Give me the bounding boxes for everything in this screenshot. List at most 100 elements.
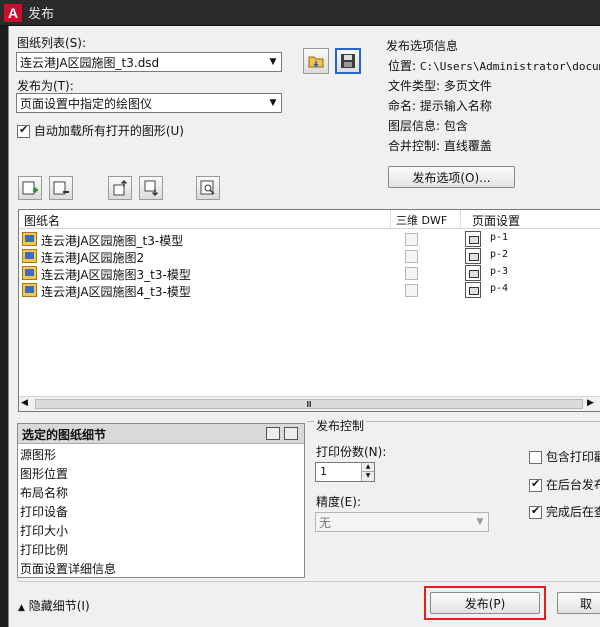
- detail-item: 页面设置详细信息: [20, 562, 117, 576]
- cancel-button[interactable]: 取: [557, 592, 600, 614]
- sheet-name: 连云港JA区园施图2: [41, 251, 145, 265]
- precision-label: 精度(E):: [316, 495, 361, 509]
- chevron-down-icon: ▼: [269, 98, 277, 108]
- detail-item: 布局名称: [20, 486, 69, 500]
- hide-details-label: 隐藏细节(I): [28, 599, 90, 613]
- auto-load-label: 自动加载所有打开的图形(U): [33, 124, 184, 138]
- sheet-list-table: 图纸名 三维 DWF 页面设置 连云港JA区园施图_t3-模型 p-1 连云港J…: [18, 209, 600, 412]
- load-sheet-list-button[interactable]: [303, 48, 329, 74]
- sheet-name: 连云港JA区园施图4_t3-模型: [41, 285, 191, 299]
- horizontal-scrollbar[interactable]: ◀ Ⅲ ▶: [19, 396, 600, 411]
- layout-sheet-icon: [22, 283, 37, 297]
- add-sheet-icon: [22, 181, 38, 195]
- footer-divider: [17, 581, 600, 582]
- copies-label: 打印份数(N):: [316, 445, 387, 459]
- column-sheet-name[interactable]: 图纸名: [24, 212, 60, 229]
- table-row[interactable]: 连云港JA区园施图_t3-模型 p-1: [19, 231, 600, 248]
- include-stamp-label: 包含打印戳: [545, 450, 600, 464]
- layer-label: 图层信息:: [388, 119, 441, 133]
- folder-open-icon: [308, 56, 324, 68]
- sheet-name: 连云港JA区园施图_t3-模型: [41, 234, 184, 248]
- open-after-label: 完成后在查: [545, 505, 600, 519]
- background-publish-label: 在后台发布: [545, 478, 600, 492]
- save-sheet-list-button[interactable]: [335, 48, 361, 74]
- collapse-up-icon: ▲: [18, 603, 25, 613]
- publish-options-button[interactable]: 发布选项(O)...: [388, 166, 515, 188]
- sheet-list-label: 图纸列表(S):: [17, 36, 87, 50]
- layout-sheet-icon: [22, 266, 37, 280]
- page-setup-icon: [465, 282, 481, 298]
- move-sheet-down-button[interactable]: [139, 176, 163, 200]
- 3d-dwf-checkbox[interactable]: [405, 284, 418, 297]
- sheet-list-value: 连云港JA区园施图_t3.dsd: [20, 55, 160, 70]
- page-setup-icon: [465, 265, 481, 281]
- location-row: 位置: C:\Users\Administrator\documen: [388, 57, 600, 74]
- publish-dialog: 图纸列表(S): 连云港JA区园施图_t3.dsd ▼ 发布为(T): 页面设置…: [8, 26, 600, 627]
- scroll-right-icon[interactable]: ▶: [587, 398, 594, 408]
- column-divider: [390, 210, 391, 228]
- filetype-row: 文件类型: 多页文件: [388, 77, 492, 94]
- column-3d-dwf[interactable]: 三维 DWF: [396, 212, 447, 228]
- detail-item: 打印大小: [20, 524, 69, 538]
- scroll-grip: Ⅲ: [306, 399, 312, 409]
- include-stamp-checkbox[interactable]: [529, 451, 542, 464]
- naming-value: 提示输入名称: [419, 99, 492, 113]
- publish-button[interactable]: 发布(P): [430, 592, 540, 614]
- table-row[interactable]: 连云港JA区园施图3_t3-模型 p-3: [19, 265, 600, 282]
- table-header: 图纸名 三维 DWF 页面设置: [19, 210, 600, 229]
- remove-sheets-button[interactable]: [49, 176, 73, 200]
- preview-button[interactable]: [196, 176, 220, 200]
- naming-row: 命名: 提示输入名称: [388, 97, 492, 114]
- 3d-dwf-checkbox[interactable]: [405, 267, 418, 280]
- page-setup-name[interactable]: p-1: [490, 232, 508, 243]
- page-setup-icon: [465, 231, 481, 247]
- auto-load-row: 自动加载所有打开的图形(U): [17, 122, 184, 139]
- add-sheets-button[interactable]: [18, 176, 42, 200]
- naming-label: 命名:: [388, 99, 417, 113]
- hide-details-toggle[interactable]: ▲ 隐藏细节(I): [18, 597, 90, 614]
- sheet-details-title: 选定的图纸细节: [22, 428, 107, 442]
- layout-sheet-icon: [22, 232, 37, 246]
- detail-item: 打印比例: [20, 543, 69, 557]
- save-floppy-icon: [341, 54, 355, 68]
- merge-value: 直线覆盖: [443, 139, 492, 153]
- page-setup-name[interactable]: p-3: [490, 266, 508, 277]
- scroll-left-icon[interactable]: ◀: [21, 398, 28, 408]
- details-preview-icon[interactable]: [284, 427, 298, 440]
- include-stamp-row: 包含打印戳: [529, 448, 600, 465]
- table-row[interactable]: 连云港JA区园施图2 p-2: [19, 248, 600, 265]
- app-logo-icon: A: [4, 3, 22, 22]
- detail-item: 源图形: [20, 448, 57, 462]
- spin-down-icon[interactable]: ▼: [361, 472, 374, 481]
- open-after-row: 完成后在查: [529, 503, 600, 520]
- chevron-down-icon: ▼: [476, 517, 484, 527]
- page-setup-name[interactable]: p-2: [490, 249, 508, 260]
- column-divider: [460, 210, 461, 228]
- auto-load-checkbox[interactable]: [17, 123, 30, 138]
- scroll-thumb[interactable]: Ⅲ: [35, 399, 583, 409]
- publish-control-title: 发布控制: [314, 417, 367, 434]
- precision-value: 无: [319, 515, 332, 530]
- sheet-details-panel: 选定的图纸细节 源图形 图形位置 布局名称 打印设备 打印大小 打印比例 页面设…: [17, 423, 305, 578]
- precision-select[interactable]: 无 ▼: [315, 512, 489, 532]
- column-page-setup[interactable]: 页面设置: [472, 212, 520, 229]
- page-setup-name[interactable]: p-4: [490, 283, 508, 294]
- background-publish-checkbox[interactable]: [529, 477, 542, 492]
- move-up-icon: [113, 180, 127, 196]
- move-down-icon: [144, 180, 158, 196]
- filetype-value: 多页文件: [443, 79, 492, 93]
- copies-input[interactable]: 1 ▲ ▼: [315, 462, 375, 482]
- publish-to-value: 页面设置中指定的绘图仪: [20, 96, 153, 111]
- background-row: 在后台发布: [529, 476, 600, 493]
- 3d-dwf-checkbox[interactable]: [405, 233, 418, 246]
- move-sheet-up-button[interactable]: [108, 176, 132, 200]
- location-value: C:\Users\Administrator\documen: [419, 60, 600, 73]
- details-view-icon[interactable]: [266, 427, 280, 440]
- merge-label: 合并控制:: [388, 139, 441, 153]
- table-row[interactable]: 连云港JA区园施图4_t3-模型 p-4: [19, 282, 600, 299]
- publish-to-select[interactable]: 页面设置中指定的绘图仪 ▼: [16, 93, 282, 113]
- sheet-list-select[interactable]: 连云港JA区园施图_t3.dsd ▼: [16, 52, 282, 72]
- open-after-checkbox[interactable]: [529, 504, 542, 519]
- 3d-dwf-checkbox[interactable]: [405, 250, 418, 263]
- spin-up-icon[interactable]: ▲: [361, 463, 374, 472]
